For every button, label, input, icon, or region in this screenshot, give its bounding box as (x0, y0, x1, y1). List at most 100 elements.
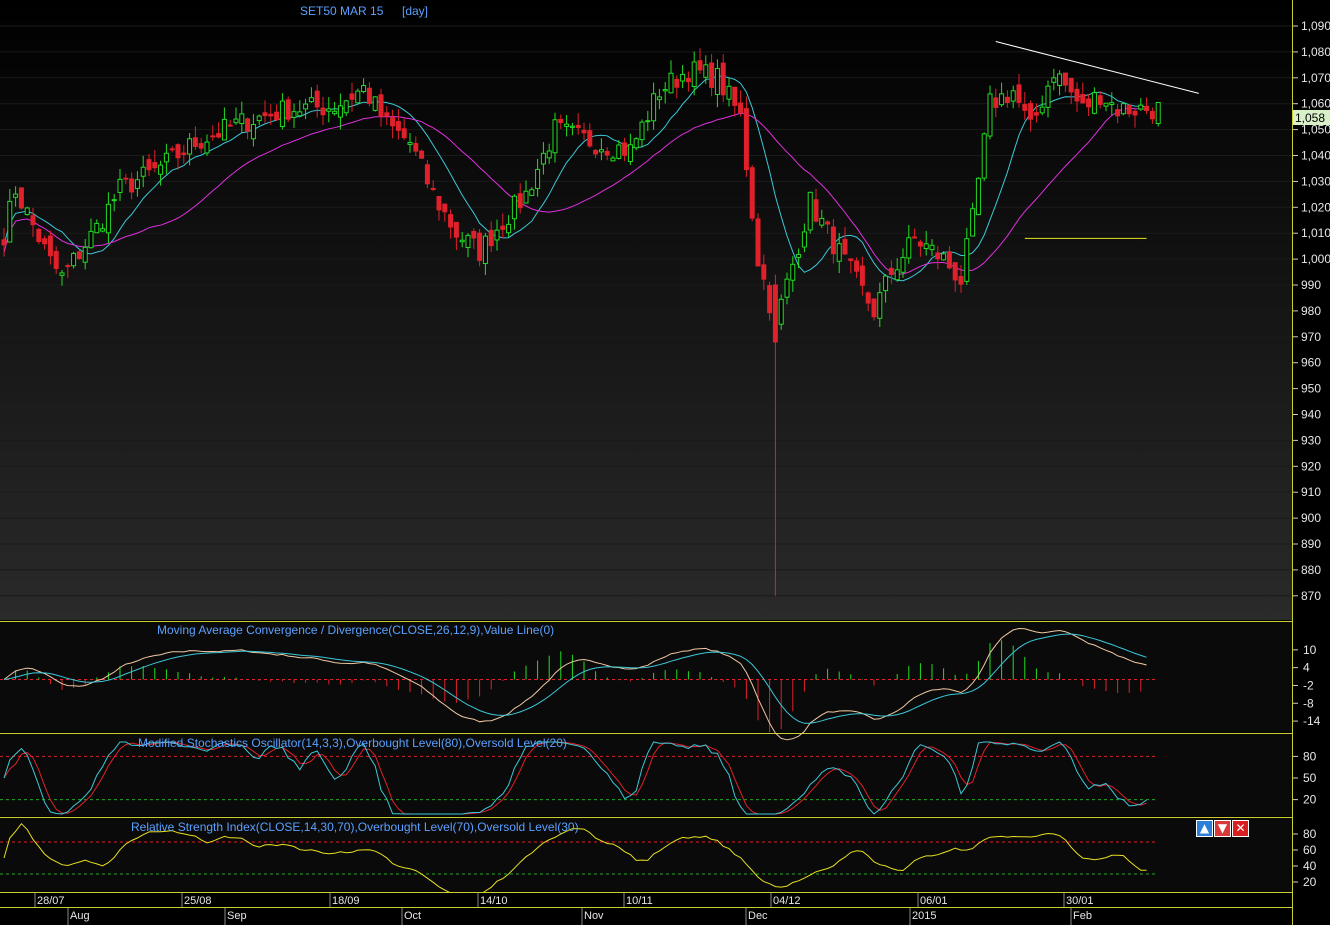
date-label: 25/08 (184, 895, 212, 907)
candle-down (622, 142, 628, 156)
candle-down (395, 121, 401, 131)
candle-up (546, 150, 552, 159)
candle-down (129, 178, 135, 193)
candle-down (813, 199, 819, 222)
candle-down (181, 152, 187, 156)
candle-down (30, 215, 36, 226)
candle-up (1051, 77, 1057, 83)
candle-up (343, 100, 349, 114)
candle-up (1138, 104, 1144, 110)
candle-down (47, 235, 53, 257)
candle-down (1132, 110, 1138, 116)
candle-up (158, 164, 164, 175)
candle-down (1074, 88, 1080, 102)
candle-down (320, 107, 326, 116)
candle-down (1004, 96, 1010, 103)
candle-down (227, 124, 233, 127)
candle-up (900, 256, 906, 273)
candle-down (935, 252, 941, 260)
candle-down (430, 187, 436, 190)
candle-up (668, 72, 674, 94)
candle-down (268, 113, 274, 117)
panel-tick-label: 20 (1303, 793, 1317, 807)
candle-up (482, 235, 488, 265)
candle-down (76, 251, 82, 260)
candle-up (71, 252, 77, 267)
candle-up (459, 239, 465, 243)
candle-down (749, 167, 755, 219)
panel-tick-label: 40 (1303, 859, 1317, 873)
candle-down (720, 62, 726, 96)
panel-tick-label: -14 (1303, 714, 1321, 728)
price-tick-label: 910 (1301, 485, 1321, 499)
candle-up (598, 149, 604, 153)
candle-down (42, 238, 48, 245)
candle-down (419, 150, 425, 159)
candle-up (279, 100, 285, 128)
candle-down (442, 203, 448, 213)
candle-up (535, 168, 541, 189)
candle-up (221, 118, 227, 141)
candle-up (187, 138, 193, 155)
candle-down (593, 149, 599, 155)
panel-tick-label: 60 (1303, 843, 1317, 857)
candle-down (1068, 77, 1074, 93)
price-tick-label: 1,040 (1301, 149, 1330, 163)
candle-up (326, 108, 332, 112)
panel-move-up-button[interactable]: ▲ (1196, 820, 1213, 837)
candle-up (552, 119, 558, 154)
candle-up (964, 238, 970, 282)
panel-move-down-button[interactable]: ▼ (1214, 820, 1231, 837)
candle-up (662, 89, 668, 92)
candle-down (732, 86, 738, 106)
candle-up (1039, 106, 1045, 114)
panel-tick-label: 50 (1303, 771, 1317, 785)
candle-down (1126, 104, 1132, 115)
candle-up (117, 178, 123, 193)
candle-up (100, 228, 106, 232)
candle-down (709, 62, 715, 88)
candle-up (929, 244, 935, 251)
candle-down (1033, 112, 1039, 116)
candle-down (1, 239, 7, 246)
candle-up (540, 152, 546, 165)
candle-down (401, 128, 407, 139)
stoch-panel-label: Modified Stochastics Oscillator(14,3,3),… (138, 736, 567, 750)
candle-up (465, 234, 471, 249)
candle-down (767, 285, 773, 314)
candle-up (361, 85, 367, 93)
candle-down (378, 94, 384, 117)
candle-down (175, 144, 181, 159)
candle-down (587, 130, 593, 147)
panel-tick-label: 80 (1303, 749, 1317, 763)
price-tick-label: 1,030 (1301, 174, 1330, 188)
panel-tick-label: 4 (1303, 661, 1310, 675)
price-tick-label: 870 (1301, 589, 1321, 603)
candle-down (755, 218, 761, 267)
candle-down (216, 133, 222, 138)
chart-canvas[interactable]: 1,0901,0801,0701,0601,0501,0401,0301,020… (0, 0, 1330, 925)
candle-up (981, 133, 987, 179)
candle-up (796, 253, 802, 258)
candle-down (946, 251, 952, 269)
candle-down (274, 111, 280, 120)
chart-period: [day] (402, 4, 428, 18)
candle-down (36, 228, 42, 242)
candle-up (523, 190, 529, 204)
candle-up (511, 195, 517, 220)
candle-up (726, 85, 732, 100)
candle-down (738, 102, 744, 113)
candle-down (581, 129, 587, 134)
candle-up (656, 96, 662, 101)
candle-up (883, 275, 889, 292)
candle-up (1091, 92, 1097, 114)
candle-down (1144, 105, 1150, 112)
panel-close-button[interactable]: ✕ (1232, 820, 1249, 837)
candle-up (714, 67, 720, 95)
month-label: Oct (404, 910, 421, 922)
candle-up (407, 141, 413, 145)
candle-up (778, 298, 784, 325)
candle-up (134, 179, 140, 189)
candle-down (1080, 93, 1086, 104)
candle-up (13, 193, 19, 198)
